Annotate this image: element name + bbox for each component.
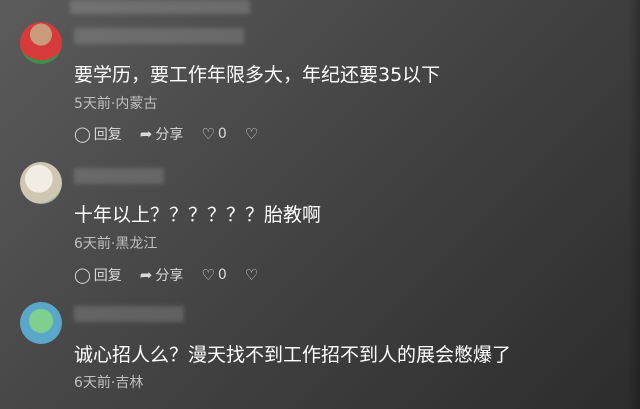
broken-heart-icon: ♡ — [244, 125, 259, 143]
share-arrow-icon: ➦ — [139, 125, 153, 143]
comment-meta: 6天前·黑龙江 — [74, 236, 158, 252]
comment-bubble-icon: ◯ — [74, 125, 91, 143]
blurred-username[interactable] — [74, 28, 244, 44]
reply-button[interactable]: ◯ 回复 — [74, 265, 122, 285]
comment-actions: ◯ 回复 ➦ 分享 ♡ 0 ♡ — [74, 265, 279, 285]
like-button[interactable]: ♡ 0 — [201, 125, 226, 143]
broken-heart-icon: ♡ — [244, 266, 259, 284]
comment-meta: 5天前·内蒙古 — [74, 96, 158, 112]
comment-bubble-icon: ◯ — [74, 266, 91, 284]
comment-text: 诚心招人么？漫天找不到工作招不到人的展会憋爆了 — [74, 344, 512, 366]
comment-actions: ◯ 回复 ➦ 分享 ♡ 0 ♡ — [74, 124, 279, 144]
share-button[interactable]: ➦ 分享 — [140, 124, 184, 144]
like-count: 0 — [217, 126, 227, 142]
scrollbar-edge — [628, 0, 640, 409]
reply-button[interactable]: ◯ 回复 — [74, 124, 122, 144]
reply-label: 回复 — [93, 127, 122, 143]
blurred-username[interactable] — [74, 168, 164, 184]
like-count: 0 — [217, 267, 227, 283]
share-button[interactable]: ➦ 分享 — [140, 265, 184, 285]
blurred-username[interactable] — [74, 306, 184, 322]
heart-icon: ♡ — [201, 266, 215, 284]
comment-meta: 6天前·吉林 — [74, 375, 144, 391]
avatar[interactable] — [20, 22, 62, 64]
share-arrow-icon: ➦ — [139, 266, 153, 284]
like-button[interactable]: ♡ 0 — [201, 266, 226, 284]
avatar[interactable] — [20, 162, 62, 204]
reply-label: 回复 — [93, 268, 122, 284]
dislike-button[interactable]: ♡ — [245, 266, 261, 284]
comment-text: 要学历，要工作年限多大，年纪还要35以下 — [74, 64, 441, 86]
share-label: 分享 — [155, 127, 184, 143]
heart-icon: ♡ — [201, 125, 215, 143]
avatar[interactable] — [20, 302, 62, 344]
comment-text: 十年以上？？？？？？胎教啊 — [74, 204, 322, 226]
blurred-username — [70, 0, 250, 14]
share-label: 分享 — [155, 268, 184, 284]
dislike-button[interactable]: ♡ — [245, 125, 261, 143]
